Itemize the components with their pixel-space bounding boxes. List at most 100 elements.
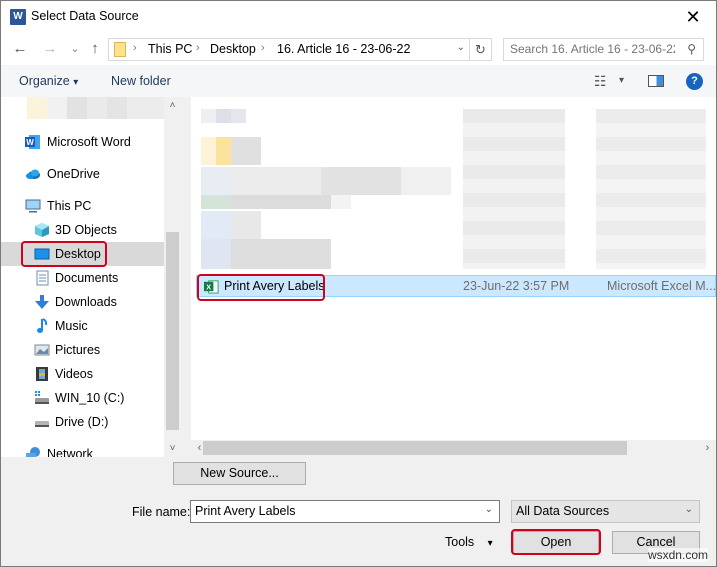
blurred-file-row [201, 195, 351, 209]
address-dropdown-icon[interactable]: ⌄ [457, 42, 465, 53]
file-row-selected[interactable]: X Print Avery Labels 23-Jun-22 3:57 PM M… [196, 275, 716, 297]
organize-label: Organize [19, 74, 70, 88]
blurred-file-row [201, 211, 261, 239]
caret-down-icon: ▾ [73, 77, 79, 88]
blurred-date-column [463, 109, 565, 269]
file-name-value[interactable]: Print Avery Labels [195, 504, 296, 518]
sidebar-item-label: OneDrive [47, 167, 100, 181]
breadcrumb-separator: › [261, 42, 265, 54]
sidebar-item-onedrive[interactable]: OneDrive [1, 162, 164, 186]
open-button[interactable]: Open [513, 531, 599, 554]
downloads-icon [35, 295, 49, 309]
file-date-modified: 23-Jun-22 3:57 PM [463, 279, 570, 293]
sidebar-item-label: WIN_10 (C:) [55, 391, 125, 405]
blurred-file-row [201, 109, 246, 123]
sidebar-item-drive-d[interactable]: Drive (D:) [1, 410, 164, 434]
scroll-down-icon[interactable]: ˅ [164, 440, 181, 457]
sidebar-scrollbar[interactable]: ˄ ˅ [164, 97, 181, 457]
preview-pane-icon[interactable] [648, 75, 664, 87]
sidebar-item-label: Microsoft Word [47, 135, 131, 149]
drive-d-icon [35, 421, 49, 427]
file-list: X Print Avery Labels 23-Jun-22 3:57 PM M… [191, 97, 716, 440]
sidebar-item-label: Videos [55, 367, 93, 381]
sidebar-item-label: Downloads [55, 295, 117, 309]
chevron-down-icon[interactable]: ⌄ [485, 504, 493, 515]
forward-button[interactable]: → [40, 39, 60, 59]
search-box[interactable]: ⚲ [503, 38, 704, 61]
network-icon [26, 447, 40, 457]
select-data-source-dialog: W Select Data Source ✕ ← → ⌄ ↑ › This PC… [0, 0, 717, 567]
watermark: wsxdn.com [647, 548, 708, 562]
file-list-horizontal-scrollbar[interactable]: ‹ › [191, 440, 716, 457]
recent-locations-button[interactable]: ⌄ [65, 39, 85, 59]
dialog-title: Select Data Source [31, 9, 139, 23]
3d-objects-icon [35, 223, 49, 237]
new-source-button[interactable]: New Source... [173, 462, 306, 485]
organize-button[interactable]: Organize ▾ [19, 74, 78, 88]
sidebar-item-label: Music [55, 319, 88, 333]
breadcrumb-desktop[interactable]: Desktop [210, 42, 256, 56]
file-type-value: All Data Sources [516, 504, 610, 518]
excel-file-icon: X [204, 280, 219, 294]
search-icon: ⚲ [687, 42, 696, 56]
blurred-file-row [231, 137, 261, 165]
music-icon [37, 318, 48, 333]
tools-button[interactable]: Tools ▾ [445, 535, 493, 549]
help-icon[interactable]: ? [686, 73, 703, 90]
address-bar[interactable]: › This PC › Desktop › 16. Article 16 - 2… [108, 38, 492, 61]
sidebar-item-label: This PC [47, 199, 92, 213]
sidebar-item-documents[interactable]: Documents [1, 266, 164, 290]
up-button[interactable]: ↑ [85, 39, 105, 59]
file-type: Microsoft Excel M... [607, 279, 716, 293]
desktop-icon [34, 248, 50, 260]
view-options-icon[interactable]: ☷ [594, 73, 607, 90]
svg-text:X: X [206, 282, 211, 291]
sidebar-item-network[interactable]: Network [1, 442, 164, 457]
back-button[interactable]: ← [10, 39, 30, 59]
blurred-type-column [596, 109, 706, 269]
refresh-button[interactable]: ↻ [469, 39, 491, 60]
file-name: Print Avery Labels [224, 279, 325, 293]
tools-label: Tools [445, 535, 475, 549]
horizontal-scroll-thumb[interactable] [203, 441, 627, 455]
blurred-file-row [201, 137, 231, 165]
sidebar-item-label: Documents [55, 271, 119, 285]
file-name-combobox[interactable]: Print Avery Labels ⌄ [190, 500, 500, 523]
breadcrumb-separator: › [133, 42, 137, 54]
videos-icon [36, 367, 48, 381]
blurred-file-row [201, 167, 451, 195]
sidebar-item-label: Network [47, 447, 93, 457]
scroll-up-icon[interactable]: ˄ [164, 97, 181, 114]
sidebar-item-3d-objects[interactable]: 3D Objects [1, 218, 164, 242]
command-bar: Organize ▾ New folder ☷ ▾ ? [1, 65, 716, 97]
search-input[interactable] [510, 42, 675, 56]
file-name-label: File name: [132, 505, 191, 519]
caret-down-icon: ▾ [487, 538, 493, 549]
chevron-down-icon[interactable]: ⌄ [685, 504, 693, 515]
sidebar-scroll-thumb[interactable] [166, 232, 179, 430]
breadcrumb-this-pc[interactable]: This PC [148, 42, 192, 56]
sidebar-item-videos[interactable]: Videos [1, 362, 164, 386]
sidebar-item-desktop[interactable]: Desktop [1, 242, 164, 266]
sidebar-item-label: 3D Objects [55, 223, 117, 237]
sidebar-item-pictures[interactable]: Pictures [1, 338, 164, 362]
onedrive-icon [26, 169, 40, 179]
breadcrumb-current-folder[interactable]: 16. Article 16 - 23-06-22 [277, 42, 410, 56]
sidebar-item-microsoft-word[interactable]: W Microsoft Word [1, 130, 164, 154]
sidebar-item-this-pc[interactable]: This PC [1, 194, 164, 218]
this-pc-icon [25, 199, 41, 213]
sidebar-item-music[interactable]: Music [1, 314, 164, 338]
svg-text:W: W [26, 138, 34, 147]
sidebar-item-label: Drive (D:) [55, 415, 109, 429]
close-button[interactable]: ✕ [670, 1, 716, 33]
title-bar: W Select Data Source ✕ [1, 1, 716, 33]
folder-icon [114, 42, 126, 57]
file-type-dropdown[interactable]: All Data Sources ⌄ [511, 500, 700, 523]
sidebar-item-label: Pictures [55, 343, 101, 357]
scroll-right-icon[interactable]: › [699, 440, 716, 457]
sidebar-item-drive-c[interactable]: WIN_10 (C:) [1, 386, 164, 410]
sidebar-item-downloads[interactable]: Downloads [1, 290, 164, 314]
view-caret-icon[interactable]: ▾ [619, 75, 624, 86]
new-folder-button[interactable]: New folder [111, 74, 171, 88]
blurred-quick-access-item [27, 97, 165, 119]
